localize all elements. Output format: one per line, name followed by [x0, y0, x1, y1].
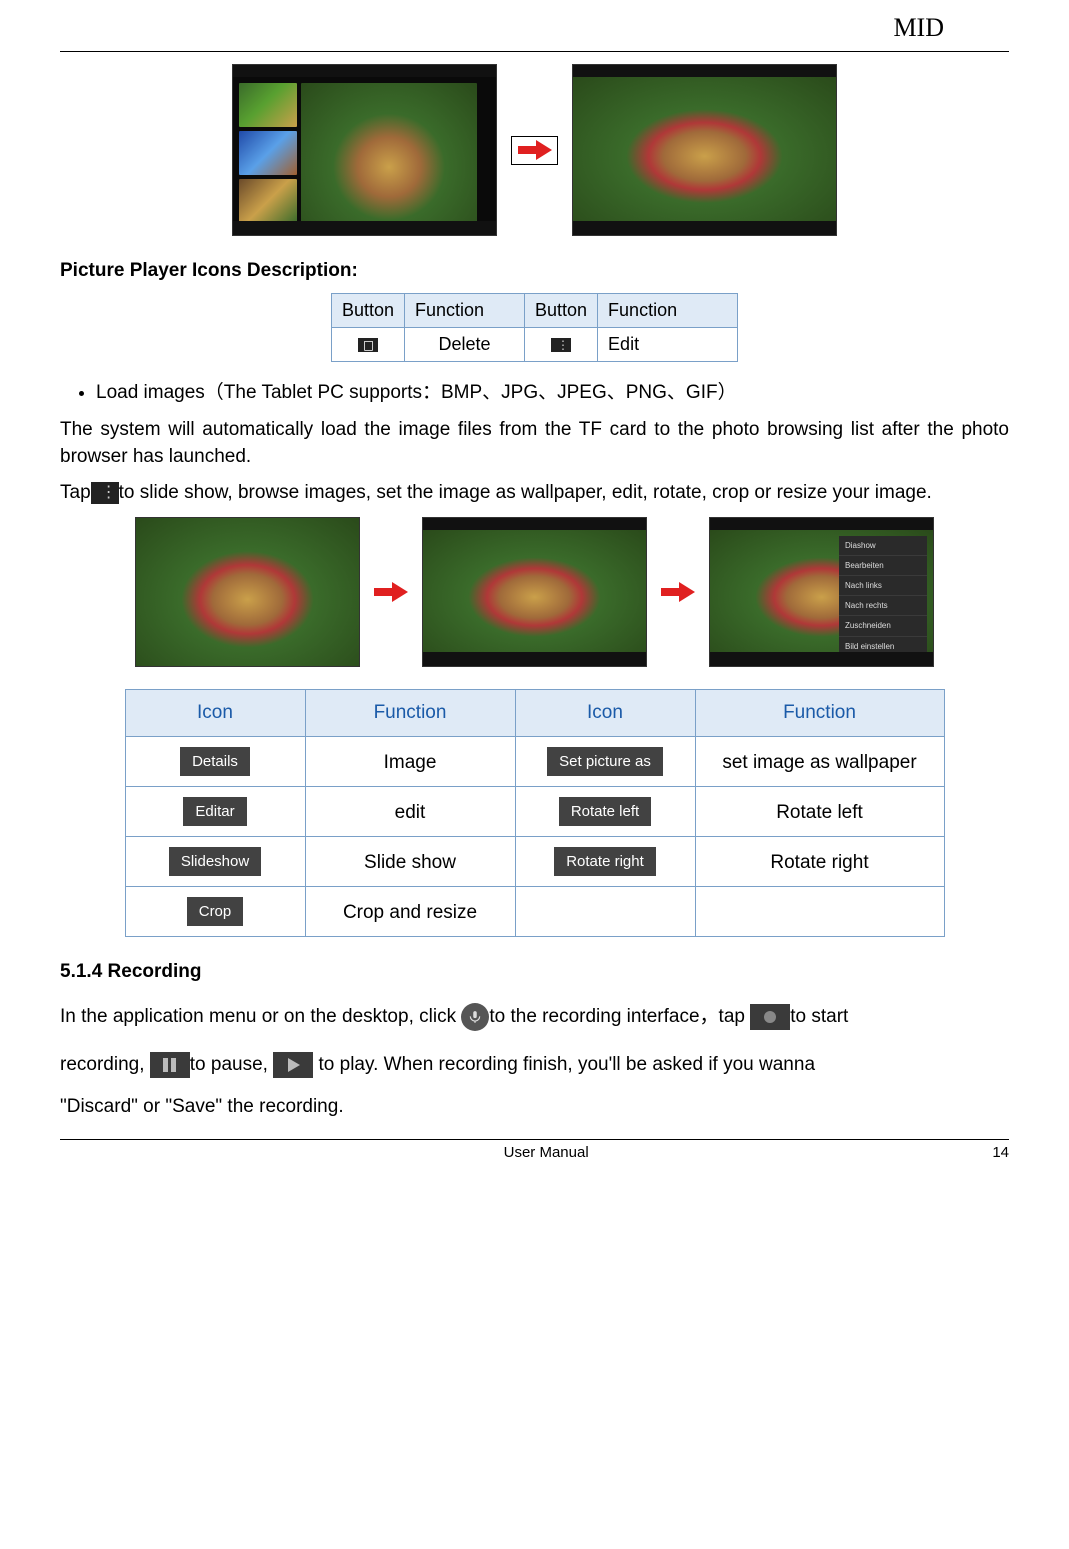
tablet-screenshot-context-menu: DiashowBearbeitenNach linksNach rechtsZu…	[709, 517, 934, 667]
page-footer: User Manual 14	[60, 1139, 1009, 1163]
rec-text-1b: to the recording interface，tap	[489, 1006, 745, 1027]
tablet-screenshot-image	[572, 64, 837, 236]
chip-set-picture-as: Set picture as	[547, 747, 663, 776]
th-function-2: Function	[598, 293, 738, 327]
bt-h2: Function	[305, 689, 515, 737]
footer-title: User Manual	[100, 1142, 992, 1163]
table-row: Slideshow Slide show Rotate right Rotate…	[125, 837, 944, 887]
bullet-list: Load images（The Tablet PC supports：BMP、J…	[96, 380, 1009, 407]
microphone-icon	[461, 1003, 489, 1031]
table-row: Details Image Set picture as set image a…	[125, 737, 944, 787]
play-button-icon	[273, 1052, 313, 1078]
empty-cell	[515, 887, 695, 937]
trash-icon	[358, 338, 378, 352]
recording-para-3: "Discard" or "Save" the recording.	[60, 1094, 1009, 1121]
context-menu: DiashowBearbeitenNach linksNach rechtsZu…	[839, 536, 927, 667]
bt-h1: Icon	[125, 689, 305, 737]
fn-crop: Crop and resize	[305, 887, 515, 937]
fn-image: Image	[305, 737, 515, 787]
screenshots-row-1	[60, 64, 1009, 236]
para-auto-load: The system will automatically load the i…	[60, 417, 1009, 470]
arrow-right-icon	[518, 140, 552, 160]
section-514-title: 5.1.4 Recording	[60, 959, 1009, 986]
tablet-screenshot-gallery	[232, 64, 497, 236]
fn-edit: edit	[305, 787, 515, 837]
cell-delete: Delete	[405, 328, 525, 362]
table-row: Editar edit Rotate left Rotate left	[125, 787, 944, 837]
fn-rotate-right: Rotate right	[695, 837, 944, 887]
arrow-right-icon	[661, 582, 695, 602]
menu-icon	[551, 338, 571, 352]
empty-cell	[695, 887, 944, 937]
chip-rotate-right: Rotate right	[554, 847, 656, 876]
th-function-1: Function	[405, 293, 525, 327]
th-button-1: Button	[331, 293, 404, 327]
bt-h3: Icon	[515, 689, 695, 737]
tablet-screenshot-noui	[135, 517, 360, 667]
arrow-right-icon	[374, 582, 408, 602]
chip-slideshow: Slideshow	[169, 847, 261, 876]
menu-overflow-icon	[91, 482, 119, 504]
para2-post: to slide show, browse images, set the im…	[119, 482, 932, 503]
tablet-screenshot-withbar	[422, 517, 647, 667]
icon-function-table: Icon Function Icon Function Details Imag…	[125, 689, 945, 938]
fn-wallpaper: set image as wallpaper	[695, 737, 944, 787]
page-header: MID	[60, 0, 1009, 51]
chip-crop: Crop	[187, 897, 244, 926]
fn-slideshow: Slide show	[305, 837, 515, 887]
arrow-box	[511, 136, 558, 165]
rec-text-2b: to pause,	[190, 1054, 268, 1075]
header-title: MID	[893, 13, 944, 42]
recording-para-2: recording, to pause, to play. When recor…	[60, 1046, 1009, 1084]
recording-para-1: In the application menu or on the deskto…	[60, 998, 1009, 1036]
chip-details: Details	[180, 747, 250, 776]
para-tap-options: Tap to slide show, browse images, set the…	[60, 480, 1009, 507]
th-button-2: Button	[525, 293, 598, 327]
rec-text-1a: In the application menu or on the deskto…	[60, 1006, 461, 1027]
para2-pre: Tap	[60, 482, 91, 503]
rec-text-2a: recording,	[60, 1054, 150, 1075]
bullet-load-images: Load images（The Tablet PC supports：BMP、J…	[96, 380, 1009, 407]
chip-editar: Editar	[183, 797, 246, 826]
chip-rotate-left: Rotate left	[559, 797, 651, 826]
table-row: Crop Crop and resize	[125, 887, 944, 937]
rec-text-2c: to play. When recording finish, you'll b…	[313, 1054, 815, 1075]
button-function-table: Button Function Button Function Delete E…	[331, 293, 738, 362]
page-number: 14	[992, 1142, 1009, 1163]
bt-h4: Function	[695, 689, 944, 737]
fn-rotate-left: Rotate left	[695, 787, 944, 837]
record-button-icon	[750, 1004, 790, 1030]
header-rule	[60, 51, 1009, 52]
screenshots-row-2: DiashowBearbeitenNach linksNach rechtsZu…	[60, 517, 1009, 667]
cell-edit: Edit	[598, 328, 738, 362]
picture-player-title: Picture Player Icons Description:	[60, 258, 1009, 285]
pause-button-icon	[150, 1052, 190, 1078]
rec-text-1c: to start	[790, 1006, 848, 1027]
